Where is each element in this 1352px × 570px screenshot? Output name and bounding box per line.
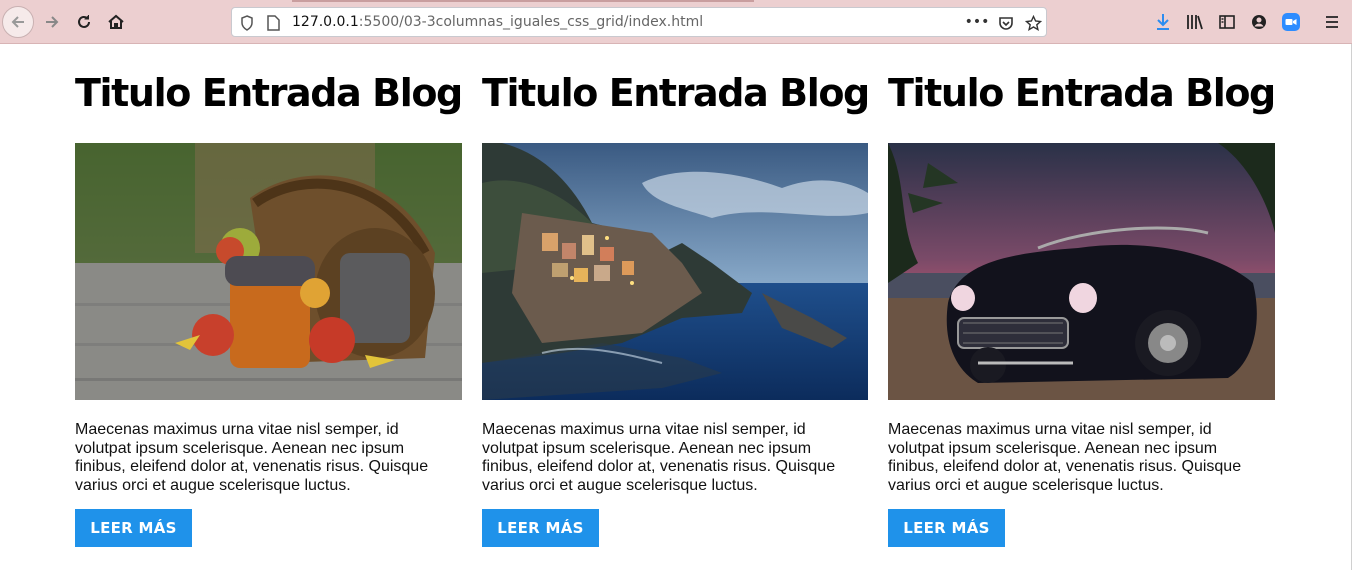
zoom-extension-icon[interactable] (1280, 11, 1302, 33)
read-more-button[interactable]: LEER MÁS (75, 509, 192, 547)
url-bar[interactable]: 127.0.0.1:5500/03-3columnas_iguales_css_… (231, 7, 1047, 37)
page-content: Titulo Entrada Blog Maecenas maximus urn… (0, 44, 1352, 570)
card-image (75, 143, 462, 400)
card-image (888, 143, 1275, 400)
back-button[interactable] (2, 6, 34, 38)
card-title: Titulo Entrada Blog (482, 71, 870, 115)
sidebar-icon[interactable] (1216, 11, 1238, 33)
card-text: Maecenas maximus urna vitae nisl semper,… (482, 421, 836, 494)
card-title: Titulo Entrada Blog (888, 71, 1276, 115)
pocket-icon[interactable] (996, 13, 1016, 33)
star-icon[interactable] (1023, 13, 1043, 33)
library-icon[interactable] (1184, 11, 1206, 33)
url-text[interactable]: 127.0.0.1:5500/03-3columnas_iguales_css_… (292, 14, 703, 30)
page-icon[interactable] (265, 14, 281, 32)
url-host: 127.0.0.1 (292, 14, 359, 30)
card-text: Maecenas maximus urna vitae nisl semper,… (888, 421, 1242, 494)
reload-button[interactable] (68, 6, 100, 38)
url-path: :5500/03-3columnas_iguales_css_grid/inde… (358, 14, 704, 30)
forward-button[interactable] (36, 6, 68, 38)
card-image (482, 143, 869, 400)
more-actions-icon[interactable]: ••• (965, 13, 990, 31)
browser-toolbar: 127.0.0.1:5500/03-3columnas_iguales_css_… (0, 0, 1352, 44)
menu-icon[interactable] (1322, 11, 1342, 33)
home-icon (108, 14, 124, 29)
shield-icon[interactable] (238, 14, 256, 32)
card-title: Titulo Entrada Blog (75, 71, 463, 115)
card-text: Maecenas maximus urna vitae nisl semper,… (75, 421, 429, 494)
active-tab-edge (292, 0, 754, 2)
arrow-right-icon (46, 16, 59, 28)
home-button[interactable] (100, 6, 132, 38)
reload-icon (78, 15, 90, 28)
download-icon[interactable] (1153, 11, 1173, 33)
arrow-left-icon (11, 16, 24, 28)
read-more-button[interactable]: LEER MÁS (888, 509, 1005, 547)
account-icon[interactable] (1248, 11, 1270, 33)
read-more-button[interactable]: LEER MÁS (482, 509, 599, 547)
